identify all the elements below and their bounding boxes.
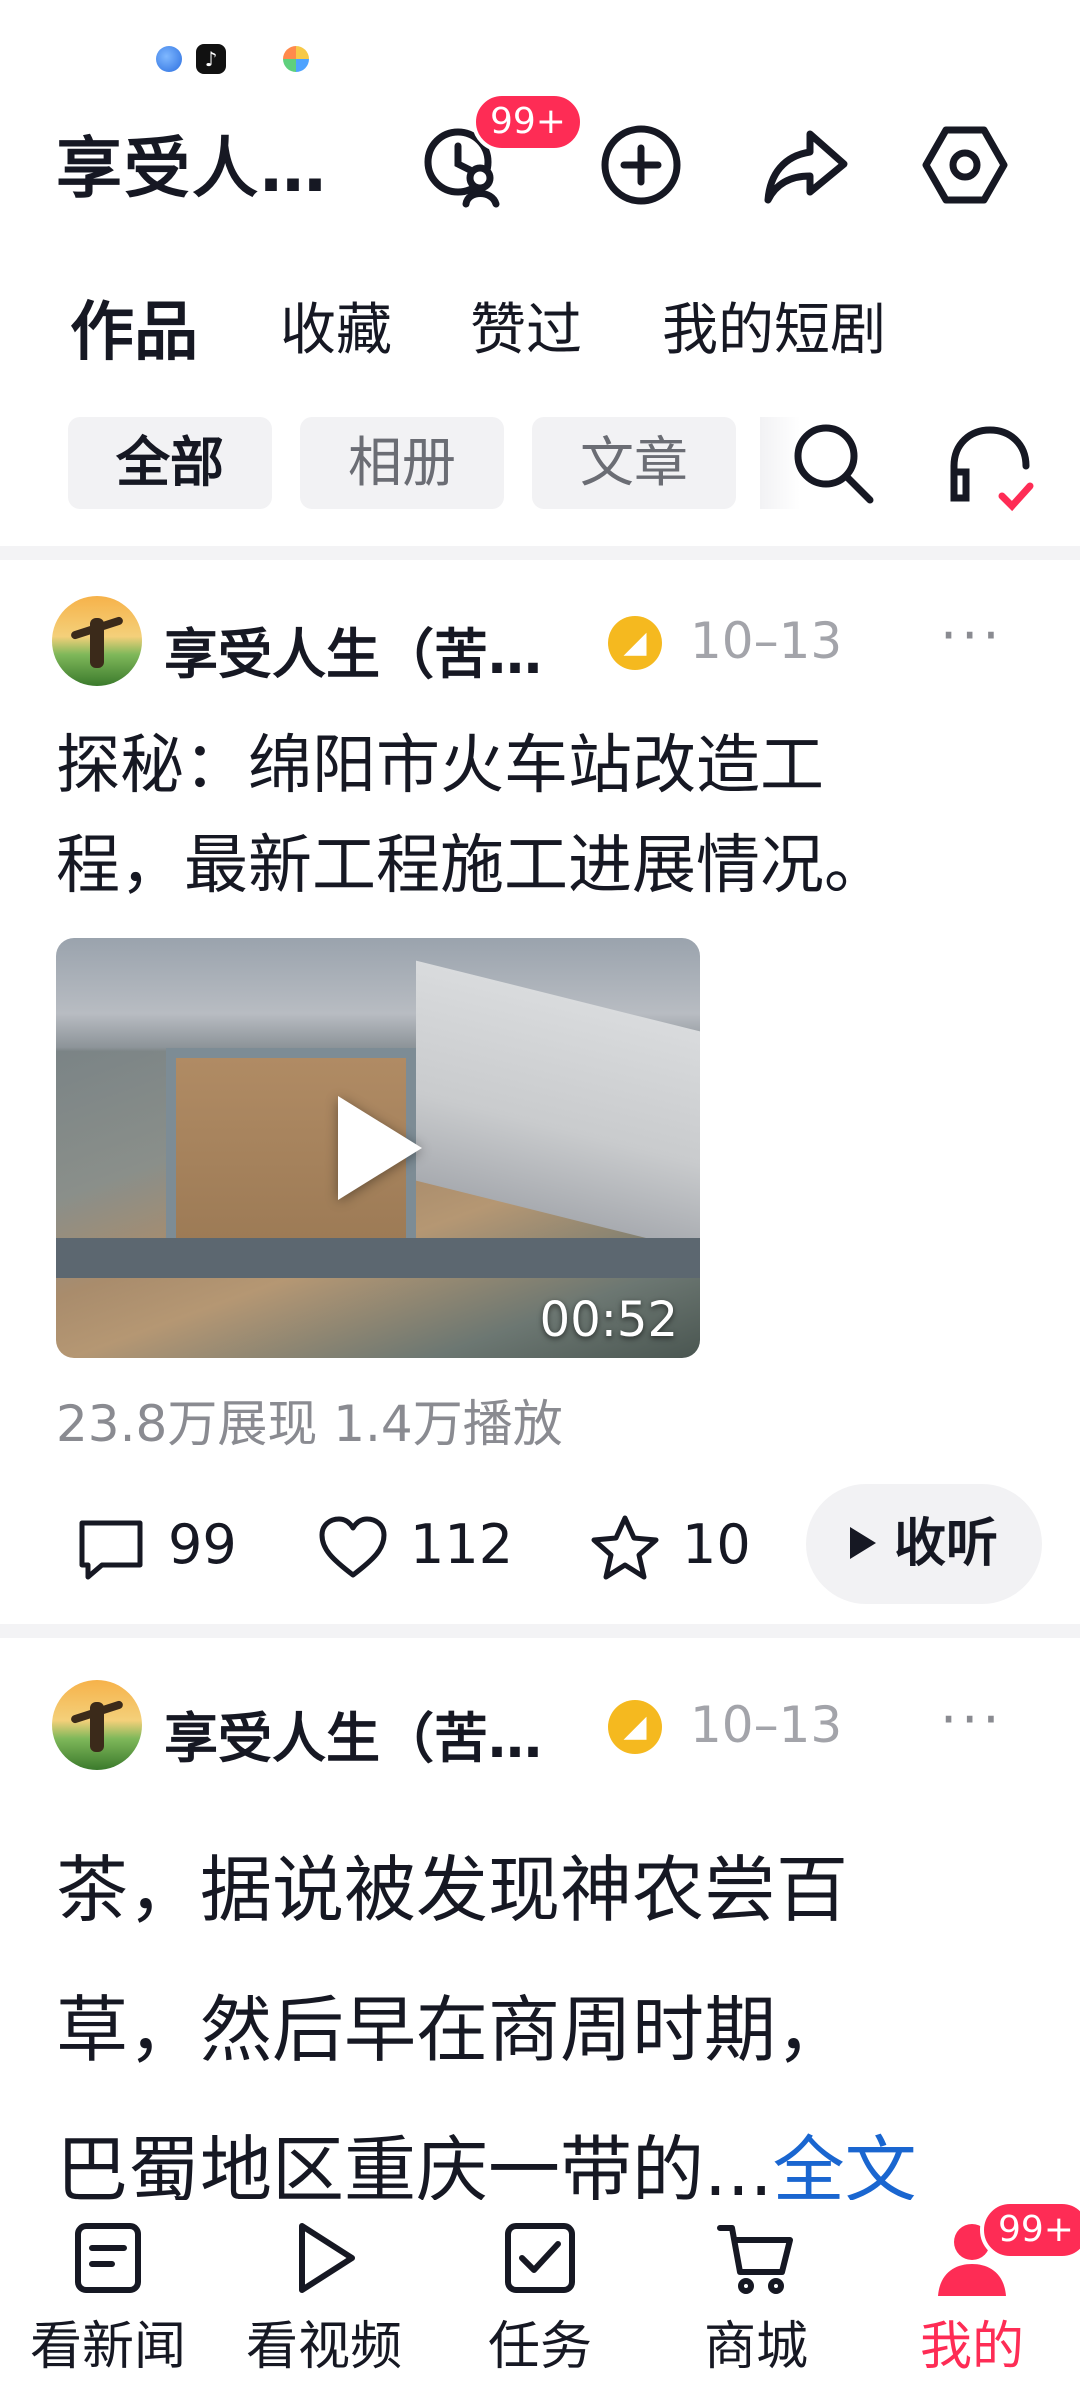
like-count: 112 [410, 1513, 514, 1576]
tab-favorites[interactable]: 收藏 [280, 285, 392, 366]
post-stats: 23.8万展现 1.4万播放 [56, 1395, 563, 1453]
like-button[interactable]: 112 [318, 1500, 513, 1590]
video-duration: 00:52 [539, 1292, 678, 1348]
video-icon [299, 2223, 355, 2293]
comment-button[interactable]: 99 [76, 1500, 237, 1590]
favorite-count: 10 [682, 1513, 751, 1576]
tiktok-app-icon: ♪ [196, 44, 226, 74]
post-author[interactable]: 享受人生（苦… [164, 1694, 542, 1773]
mine-badge: 99+ [980, 2200, 1080, 2260]
photos-app-icon [283, 46, 309, 72]
profile-tabs: 作品 收藏 赞过 我的短剧 [0, 285, 1080, 375]
headset-icon[interactable] [940, 418, 1040, 518]
section-divider [0, 1624, 1080, 1638]
comment-count: 99 [168, 1513, 237, 1576]
tab-works[interactable]: 作品 [70, 281, 198, 373]
news-icon [75, 2223, 141, 2293]
nav-mall[interactable]: 商城 [656, 2218, 856, 2379]
station-building-image [416, 960, 700, 1256]
post-date: 10–13 [690, 612, 843, 670]
nav-task-label: 任务 [487, 2317, 592, 2377]
avatar[interactable] [52, 596, 142, 686]
post-author[interactable]: 享受人生（苦… [164, 610, 542, 689]
verified-badge-icon: ◢ [608, 1700, 662, 1754]
post-body-line-1: 茶，据说被发现神农尝百 [56, 1848, 849, 1932]
section-divider [0, 546, 1080, 560]
listen-label: 收听 [893, 1514, 998, 1574]
favorite-button[interactable]: 10 [590, 1500, 751, 1590]
more-options-icon[interactable]: ··· [940, 604, 1004, 667]
verified-badge-icon: ◢ [608, 616, 662, 670]
play-icon[interactable] [338, 1096, 422, 1200]
nav-video[interactable]: 看视频 [224, 2218, 424, 2379]
tab-my-dramas[interactable]: 我的短剧 [662, 285, 886, 366]
browser-app-icon [156, 46, 182, 72]
nav-mine-label: 我的 [919, 2317, 1024, 2377]
bottom-navigation: 看新闻 看视频 任务 商城 我的 [0, 2200, 1080, 2388]
post-body-text[interactable]: 茶，据说被发现神农尝百 草，然后早在商周时期， 巴蜀地区重庆一带的...全文 [56, 1820, 1036, 2240]
profile-name-title: 享受人… [56, 130, 328, 207]
nav-task[interactable]: 任务 [440, 2218, 640, 2379]
post-title-line-2[interactable]: 程，最新工程施工进展情况。 [56, 816, 888, 916]
cart-icon [717, 2225, 793, 2294]
nav-news[interactable]: 看新闻 [8, 2218, 208, 2379]
search-icon[interactable] [788, 418, 878, 508]
status-bar: ♪ [0, 0, 1080, 100]
post-body-line-2: 草，然后早在商周时期， [56, 1988, 849, 2072]
task-icon [505, 2223, 575, 2293]
tab-liked[interactable]: 赞过 [470, 285, 582, 366]
share-icon[interactable] [760, 120, 850, 210]
nav-mall-label: 商城 [703, 2317, 808, 2377]
settings-icon[interactable] [920, 120, 1010, 210]
listen-button[interactable]: 收听 [806, 1484, 1042, 1604]
heart-icon [319, 1516, 387, 1578]
filter-chip-album[interactable]: 相册 [300, 417, 504, 509]
video-thumbnail[interactable]: 00:52 [56, 938, 700, 1358]
filter-chip-article[interactable]: 文章 [532, 417, 736, 509]
add-icon[interactable] [596, 120, 686, 210]
history-badge: 99+ [472, 92, 584, 152]
post-date: 10–13 [690, 1696, 843, 1754]
post-title-line-1[interactable]: 探秘：绵阳市火车站改造工 [56, 716, 824, 816]
star-icon [591, 1515, 659, 1580]
more-options-icon[interactable]: ··· [940, 1688, 1004, 1751]
nav-news-label: 看新闻 [29, 2317, 186, 2377]
filter-chip-all[interactable]: 全部 [68, 417, 272, 509]
nav-video-label: 看视频 [245, 2317, 402, 2377]
overpass-image [56, 1238, 700, 1278]
play-triangle-icon [849, 1527, 876, 1559]
avatar[interactable] [52, 1680, 142, 1770]
comment-icon [79, 1520, 143, 1580]
